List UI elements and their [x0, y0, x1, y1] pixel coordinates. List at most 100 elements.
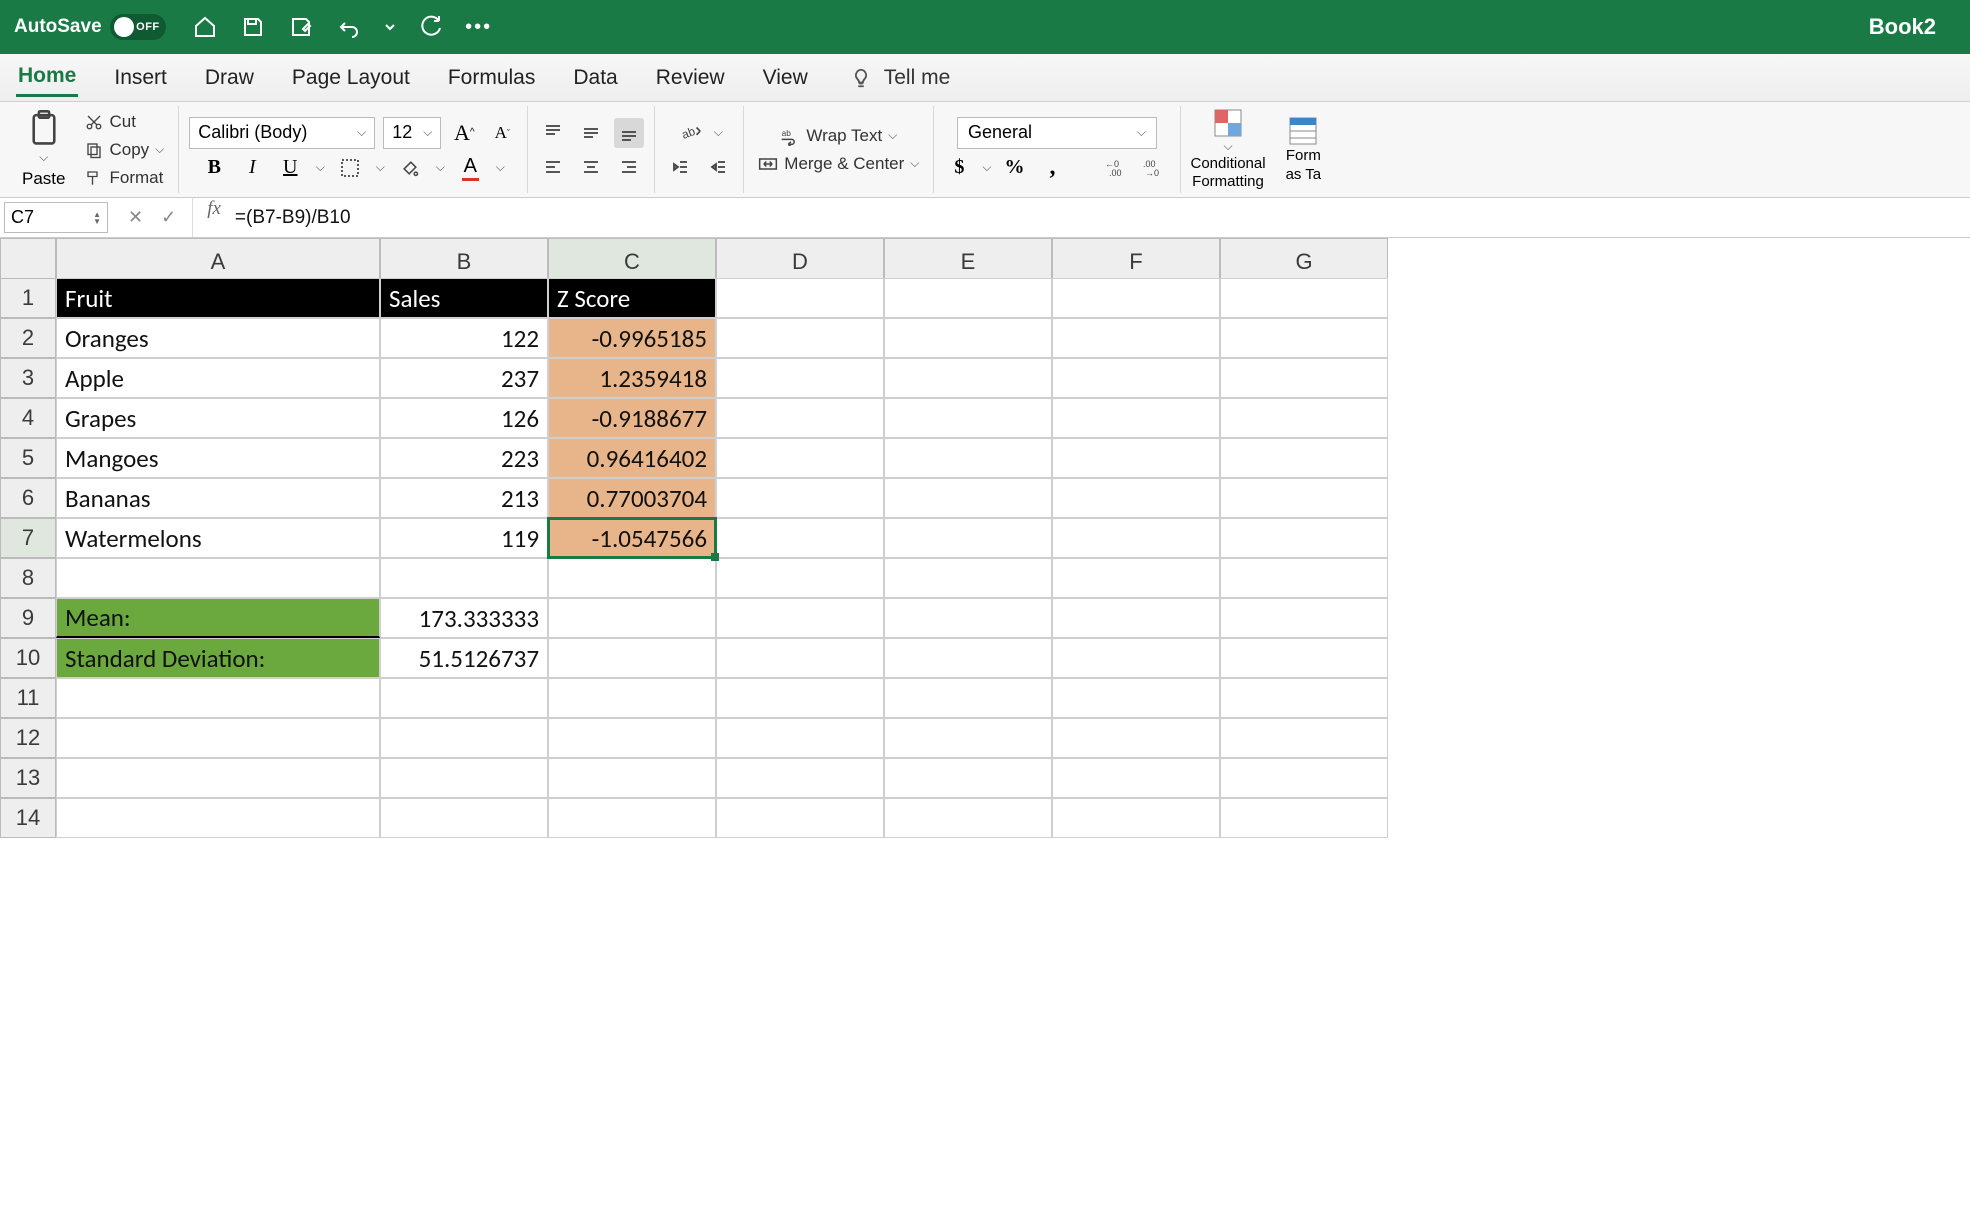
cell[interactable] [716, 638, 884, 678]
cell[interactable] [716, 678, 884, 718]
cell-B10[interactable]: 51.5126737 [380, 638, 548, 678]
cell[interactable] [1220, 638, 1388, 678]
tab-data[interactable]: Data [571, 60, 619, 96]
row-header-13[interactable]: 13 [0, 758, 56, 798]
cell[interactable] [884, 358, 1052, 398]
accept-formula-icon[interactable]: ✓ [161, 207, 176, 228]
cell[interactable] [548, 798, 716, 838]
cell[interactable] [884, 598, 1052, 638]
align-right-icon[interactable] [614, 152, 644, 182]
cell[interactable] [380, 718, 548, 758]
save-icon[interactable] [240, 14, 266, 40]
fill-color-button[interactable] [395, 153, 425, 183]
currency-button[interactable]: $ [944, 153, 974, 183]
row-header-10[interactable]: 10 [0, 638, 56, 678]
cancel-formula-icon[interactable]: ✕ [128, 207, 143, 228]
number-format-select[interactable]: General⌵ [957, 117, 1157, 149]
cell[interactable] [1220, 758, 1388, 798]
formula-input[interactable]: =(B7-B9)/B10 [231, 198, 1970, 237]
row-header-12[interactable]: 12 [0, 718, 56, 758]
cut-button[interactable]: Cut [81, 110, 168, 134]
autosave-toggle[interactable]: OFF [110, 14, 166, 40]
row-header-6[interactable]: 6 [0, 478, 56, 518]
align-middle-icon[interactable] [576, 118, 606, 148]
cell-A10[interactable]: Standard Deviation: [56, 638, 380, 678]
cell[interactable] [1220, 598, 1388, 638]
merge-center-button[interactable]: Merge & Center⌵ [754, 152, 923, 176]
align-bottom-icon[interactable] [614, 118, 644, 148]
cell[interactable] [548, 718, 716, 758]
cell[interactable] [1052, 358, 1220, 398]
cell[interactable] [716, 758, 884, 798]
cell[interactable] [1052, 438, 1220, 478]
row-header-2[interactable]: 2 [0, 318, 56, 358]
cell[interactable] [1220, 718, 1388, 758]
cell-C1[interactable]: Z Score [548, 278, 716, 318]
row-header-5[interactable]: 5 [0, 438, 56, 478]
orientation-button[interactable]: ab [676, 118, 706, 148]
cell[interactable] [56, 718, 380, 758]
cell[interactable] [380, 678, 548, 718]
cell-C6[interactable]: 0.77003704 [548, 478, 716, 518]
cell[interactable] [884, 478, 1052, 518]
cell[interactable] [884, 318, 1052, 358]
cell[interactable] [56, 678, 380, 718]
font-size-select[interactable]: 12⌵ [383, 117, 441, 149]
cell[interactable] [884, 518, 1052, 558]
row-header-1[interactable]: 1 [0, 278, 56, 318]
cell[interactable] [716, 518, 884, 558]
cell[interactable] [716, 478, 884, 518]
decrease-font-icon[interactable]: Aˇ [487, 118, 517, 148]
align-top-icon[interactable] [538, 118, 568, 148]
cell-A6[interactable]: Bananas [56, 478, 380, 518]
cell-C3[interactable]: 1.2359418 [548, 358, 716, 398]
format-painter-button[interactable]: Format [81, 166, 168, 190]
cell[interactable] [716, 558, 884, 598]
cell[interactable] [884, 718, 1052, 758]
cell-B9[interactable]: 173.333333 [380, 598, 548, 638]
tab-page-layout[interactable]: Page Layout [290, 60, 412, 96]
cell[interactable] [884, 438, 1052, 478]
cell[interactable] [716, 358, 884, 398]
font-name-select[interactable]: Calibri (Body)⌵ [189, 117, 375, 149]
tab-insert[interactable]: Insert [112, 60, 169, 96]
underline-button[interactable]: U [275, 153, 305, 183]
cell-C5[interactable]: 0.96416402 [548, 438, 716, 478]
cell[interactable] [1052, 638, 1220, 678]
cell[interactable] [1052, 758, 1220, 798]
align-left-icon[interactable] [538, 152, 568, 182]
conditional-formatting-button[interactable]: ⌵ Conditional Formatting [1191, 108, 1266, 190]
increase-decimal-icon[interactable]: ←0.00 [1102, 153, 1132, 183]
cell-B4[interactable]: 126 [380, 398, 548, 438]
cell-C7[interactable]: -1.0547566 [548, 518, 716, 558]
cell[interactable] [884, 798, 1052, 838]
cell-A1[interactable]: Fruit [56, 278, 380, 318]
cell-B2[interactable]: 122 [380, 318, 548, 358]
cell[interactable] [380, 558, 548, 598]
cell[interactable] [548, 638, 716, 678]
cell[interactable] [1052, 478, 1220, 518]
decrease-indent-icon[interactable] [665, 152, 695, 182]
cell-A3[interactable]: Apple [56, 358, 380, 398]
increase-indent-icon[interactable] [703, 152, 733, 182]
cell[interactable] [884, 398, 1052, 438]
spreadsheet-grid[interactable]: A B C D E F G 1 Fruit Sales Z Score 2 Or… [0, 238, 1970, 838]
cell[interactable] [1220, 478, 1388, 518]
home-icon[interactable] [192, 14, 218, 40]
row-header-4[interactable]: 4 [0, 398, 56, 438]
cell[interactable] [884, 278, 1052, 318]
cell[interactable] [1052, 398, 1220, 438]
row-header-7[interactable]: 7 [0, 518, 56, 558]
copy-button[interactable]: Copy⌵ [81, 138, 168, 162]
cell[interactable] [716, 598, 884, 638]
cell[interactable] [1052, 558, 1220, 598]
cell-B1[interactable]: Sales [380, 278, 548, 318]
wrap-text-button[interactable]: abWrap Text⌵ [776, 124, 901, 148]
format-as-table-button[interactable]: Form as Ta [1286, 116, 1322, 183]
cell-A5[interactable]: Mangoes [56, 438, 380, 478]
cell[interactable] [548, 678, 716, 718]
decrease-decimal-icon[interactable]: .00→0 [1140, 153, 1170, 183]
cell[interactable] [1220, 278, 1388, 318]
cell[interactable] [716, 398, 884, 438]
cell[interactable] [716, 438, 884, 478]
